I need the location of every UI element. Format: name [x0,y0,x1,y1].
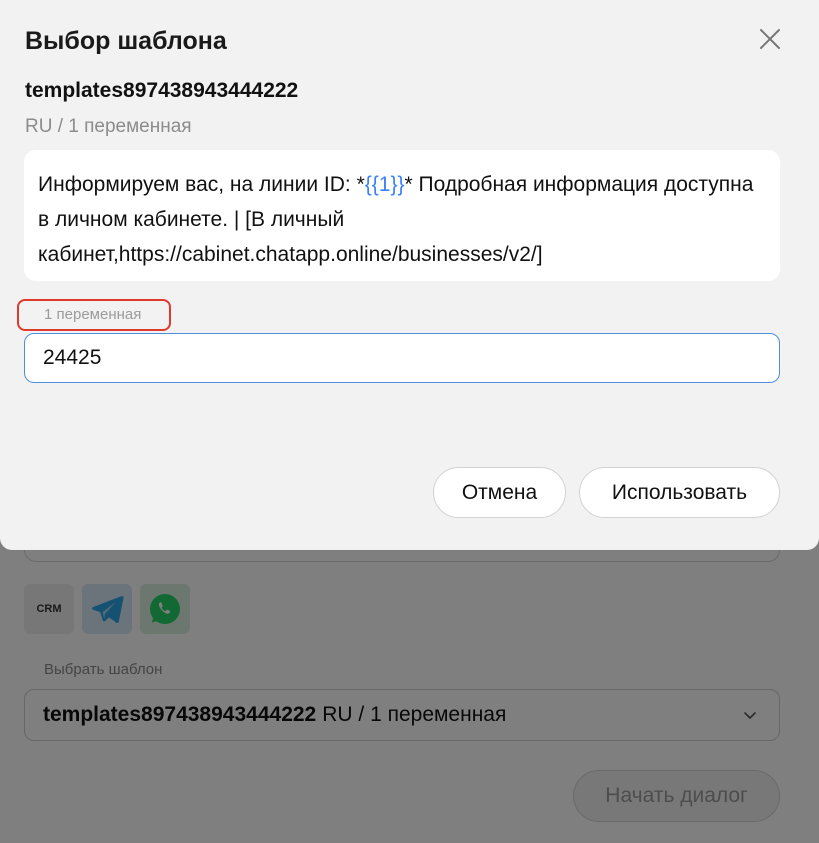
template-body-prefix: Информируем вас, на линии ID: * [38,173,365,196]
cancel-button[interactable]: Отмена [433,467,566,518]
template-meta: RU / 1 переменная [25,116,192,137]
template-preview: Информируем вас, на линии ID: *{{1}}* По… [24,150,780,281]
variable-value-input[interactable] [24,333,780,383]
template-modal: Выбор шаблона templates897438943444222 R… [0,0,819,550]
template-variable-token: {{1}} [364,173,405,196]
use-template-button[interactable]: Использовать [579,467,780,518]
modal-title: Выбор шаблона [25,27,227,55]
close-button[interactable] [756,25,784,53]
template-name: templates897438943444222 [25,79,299,102]
variable-label: 1 переменная [44,306,142,323]
close-icon [760,29,780,49]
